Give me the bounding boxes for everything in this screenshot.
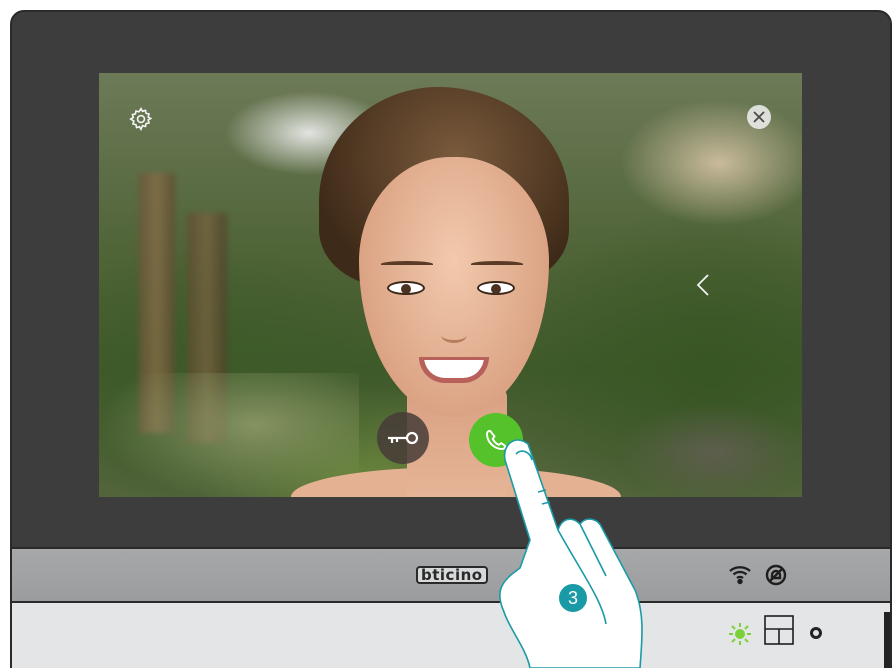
phone-handset-icon <box>486 429 507 450</box>
device-base <box>12 603 890 668</box>
step-number-badge: 3 <box>557 582 589 614</box>
device-side-edge <box>884 612 890 668</box>
video-screen <box>99 73 802 497</box>
wifi-icon <box>729 566 751 585</box>
do-not-disturb-icon <box>765 564 787 586</box>
close-button[interactable] <box>747 105 771 129</box>
back-button[interactable] <box>691 269 715 301</box>
close-icon <box>753 111 765 123</box>
chevron-left-icon <box>696 274 709 296</box>
panel-layout-button[interactable] <box>764 615 794 645</box>
key-icon <box>388 431 419 445</box>
visitor-face <box>359 157 549 417</box>
gear-icon <box>129 107 153 132</box>
video-intercom-device: bticino <box>10 10 892 668</box>
stage: bticino 3 <box>0 0 896 668</box>
answer-call-button[interactable] <box>469 413 523 467</box>
brand-logo: bticino <box>416 566 488 584</box>
settings-button[interactable] <box>125 103 157 135</box>
led-indicator-icon <box>729 623 751 645</box>
background-lawn <box>619 403 802 497</box>
visitor-video-feed <box>291 87 621 497</box>
device-bezel: bticino <box>12 547 890 603</box>
door-lock-button[interactable] <box>377 412 429 464</box>
microphone-icon <box>810 627 822 639</box>
